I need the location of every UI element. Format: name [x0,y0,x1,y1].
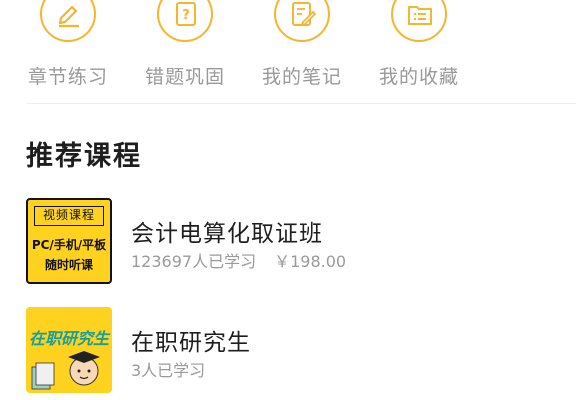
quick-action-label: 我的笔记 [261,66,342,88]
divider [26,103,576,104]
quick-action-my-notes[interactable]: 我的笔记 [247,0,357,100]
course-price: ￥198.00 [274,252,347,271]
learner-count: 3人已学习 [131,361,206,380]
pencil-paper-icon [40,0,96,42]
folder-list-icon [391,0,447,42]
quick-actions: 章节练习 ? 错题巩固 我的笔记 我的收藏 [0,0,576,104]
question-book-icon: ? [157,0,213,42]
graduate-illustration [31,351,100,390]
course-thumbnail: 视频课程 PC/手机/平板 随时听课 [26,198,112,284]
thumb-caption: 视频课程 [34,206,104,226]
svg-text:?: ? [182,8,190,23]
quick-action-label: 我的收藏 [378,66,459,88]
thumb-caption: PC/手机/平板 [31,238,107,252]
quick-action-wrong-questions[interactable]: ? 错题巩固 [130,0,240,100]
course-title: 会计电算化取证班 [131,221,323,247]
quick-action-chapter-practice[interactable]: 章节练习 [13,0,123,100]
course-meta: 123697人已学习 ￥198.00 [131,248,346,272]
course-meta: 3人已学习 [131,357,205,381]
note-edit-icon [274,0,330,42]
quick-action-my-favorites[interactable]: 我的收藏 [364,0,474,100]
course-item[interactable]: 视频课程 PC/手机/平板 随时听课 会计电算化取证班 123697人已学习 ￥1… [0,198,576,290]
quick-action-label: 错题巩固 [144,66,225,88]
quick-action-label: 章节练习 [27,66,108,88]
course-item[interactable]: 在职研究生 在职研究生 3人已学习 [0,307,576,399]
course-title: 在职研究生 [131,330,251,356]
learner-count: 123697人已学习 [131,252,257,271]
thumb-caption: 随时听课 [44,258,93,272]
course-thumbnail: 在职研究生 [26,307,112,393]
section-title: 推荐课程 [26,141,142,172]
